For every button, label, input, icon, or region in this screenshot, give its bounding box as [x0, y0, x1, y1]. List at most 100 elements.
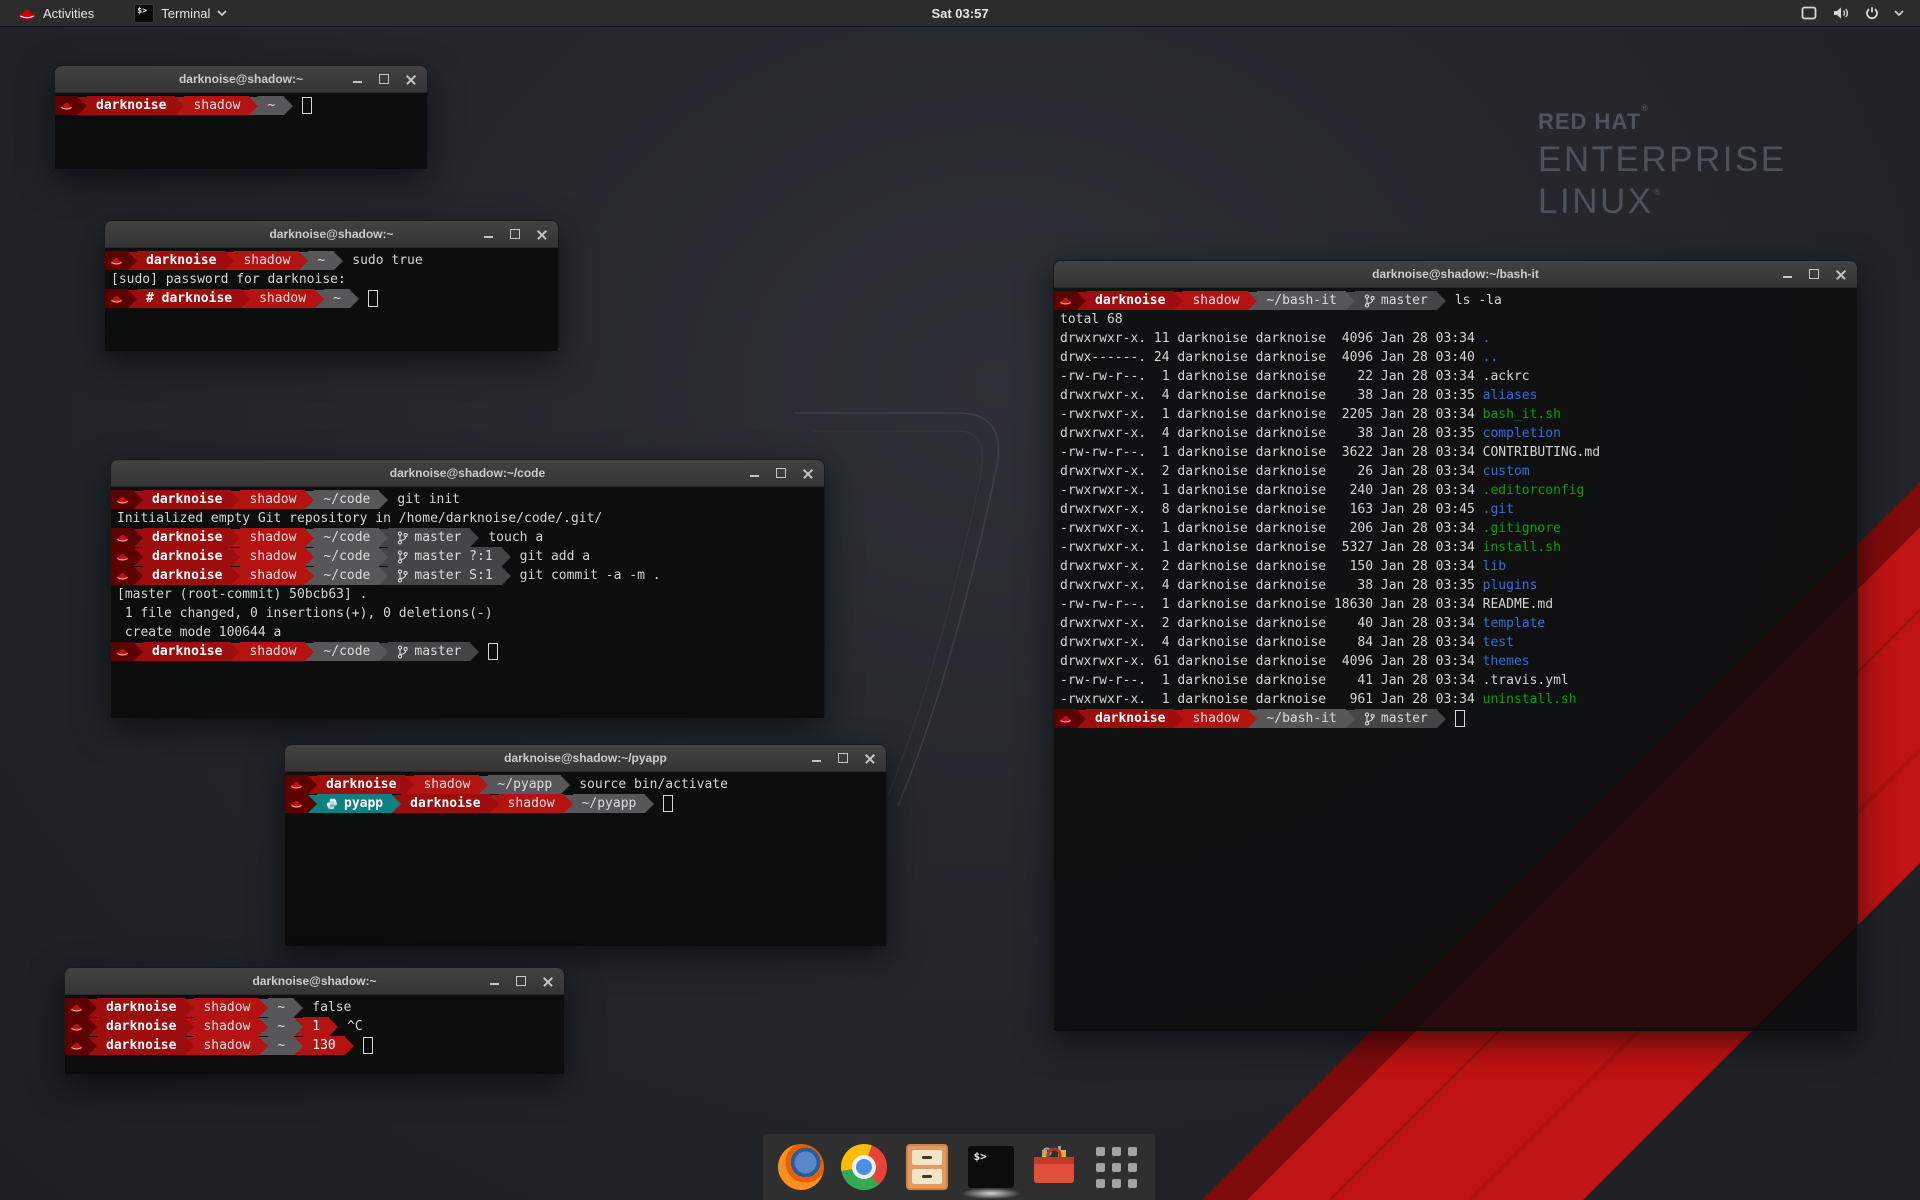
redhat-icon — [111, 566, 134, 585]
terminal-body[interactable]: darknoiseshadow~sudo true[sudo] password… — [105, 248, 558, 351]
output-text: drwxrwxr-x. 61 darknoise darknoise 4096 … — [1054, 654, 1483, 669]
powerline-separator — [305, 529, 314, 547]
powerline-separator — [134, 567, 143, 585]
prompt-segment-branch: master — [1355, 291, 1437, 310]
file-name: bash_it.sh — [1483, 407, 1561, 422]
file-name: uninstall.sh — [1483, 692, 1577, 707]
powerline-separator — [379, 567, 388, 585]
powerline-separator — [134, 548, 143, 566]
terminal-line: drwxrwxr-x. 2 darknoise darknoise 150 Ja… — [1054, 557, 1857, 576]
app-menu-terminal[interactable]: $> Terminal — [124, 0, 237, 26]
redhat-icon — [111, 547, 134, 566]
powerline-separator — [379, 548, 388, 566]
prompt-segment-path: ~/bash-it — [1257, 709, 1345, 728]
dock-item-files[interactable] — [902, 1142, 952, 1192]
terminal-line: -rwxrwxr-x. 1 darknoise darknoise 5327 J… — [1054, 538, 1857, 557]
prompt-segment-path: ~ — [258, 96, 284, 115]
powerline-separator — [305, 491, 314, 509]
close-button[interactable] — [405, 73, 417, 85]
terminal-body[interactable]: darknoiseshadow~/pyappsource bin/activat… — [285, 772, 886, 946]
clock[interactable]: Sat 03:57 — [921, 0, 998, 26]
minimize-button[interactable] — [351, 73, 363, 85]
terminal-window-term-pyapp: darknoise@shadow:~/pyapp darknoiseshadow~… — [284, 744, 887, 944]
window-title: darknoise@shadow:~ — [179, 72, 303, 86]
terminal-window-term-sudo: darknoise@shadow:~darknoiseshadow~sudo t… — [104, 220, 559, 349]
maximize-button[interactable] — [775, 467, 787, 479]
dock-item-firefox[interactable] — [776, 1142, 826, 1192]
redhat-icon — [111, 528, 134, 547]
output-text: -rw-rw-r--. 1 darknoise darknoise 3622 J… — [1054, 445, 1483, 460]
close-button[interactable] — [536, 228, 548, 240]
prompt-segment-host: shadow — [240, 566, 305, 585]
file-name: install.sh — [1483, 540, 1561, 555]
powerline-separator — [350, 290, 359, 308]
powerline-separator — [564, 795, 573, 813]
display-icon[interactable] — [1801, 6, 1817, 20]
maximize-button[interactable] — [378, 73, 390, 85]
terminal-body[interactable]: darknoiseshadow~/codegit initInitialized… — [111, 487, 824, 718]
dock-item-app-grid[interactable] — [1092, 1142, 1142, 1192]
window-titlebar[interactable]: darknoise@shadow:~/bash-it — [1054, 261, 1857, 288]
output-text: drwxrwxr-x. 4 darknoise darknoise 38 Jan… — [1054, 578, 1483, 593]
maximize-button[interactable] — [509, 228, 521, 240]
command-text: false — [312, 1000, 351, 1015]
python-icon — [326, 798, 338, 810]
dock-item-toolbox[interactable] — [1029, 1142, 1079, 1192]
powerline-separator — [134, 529, 143, 547]
branch-icon — [1364, 712, 1375, 726]
window-title: darknoise@shadow:~/pyapp — [504, 751, 667, 765]
minimize-button[interactable] — [488, 975, 500, 987]
minimize-button[interactable] — [482, 228, 494, 240]
file-name: .editorconfig — [1483, 483, 1585, 498]
file-name: aliases — [1483, 388, 1538, 403]
prompt-segment-host: shadow — [240, 642, 305, 661]
powerline-separator — [78, 97, 87, 115]
powerline-separator — [1346, 292, 1355, 310]
maximize-button[interactable] — [1808, 268, 1820, 280]
window-titlebar[interactable]: darknoise@shadow:~/code — [111, 460, 824, 487]
prompt-segment-host: shadow — [499, 794, 564, 813]
powerline-separator — [1077, 292, 1086, 310]
terminal-body[interactable]: darknoiseshadow~falsedarknoiseshadow~1^C… — [65, 995, 564, 1074]
power-icon[interactable] — [1865, 6, 1879, 20]
window-titlebar[interactable]: darknoise@shadow:~ — [65, 968, 564, 995]
activities-button[interactable]: Activities — [10, 0, 102, 26]
maximize-button[interactable] — [837, 752, 849, 764]
redhat-icon — [105, 251, 128, 270]
prompt-segment-branch: master — [1355, 709, 1437, 728]
close-button[interactable] — [542, 975, 554, 987]
dock-item-terminal[interactable]: $> — [966, 1142, 1016, 1192]
terminal-body[interactable]: darknoiseshadow~ — [55, 93, 427, 169]
maximize-icon — [510, 229, 520, 239]
powerline-separator — [345, 1037, 354, 1055]
window-titlebar[interactable]: darknoise@shadow:~ — [105, 221, 558, 248]
maximize-button[interactable] — [515, 975, 527, 987]
output-text: [sudo] password for darknoise: — [105, 272, 346, 287]
desktop: RED HAT® ENTERPRISE LINUX® Activities $>… — [0, 0, 1920, 1200]
output-text: drwxrwxr-x. 4 darknoise darknoise 38 Jan… — [1054, 426, 1483, 441]
minimize-button[interactable] — [1781, 268, 1793, 280]
window-titlebar[interactable]: darknoise@shadow:~ — [55, 66, 427, 93]
window-title: darknoise@shadow:~/code — [390, 466, 545, 480]
minimize-button[interactable] — [748, 467, 760, 479]
prompt-segment-user: darknoise — [143, 642, 231, 661]
volume-icon[interactable] — [1832, 6, 1850, 20]
window-titlebar[interactable]: darknoise@shadow:~/pyapp — [285, 745, 886, 772]
powerline-separator — [231, 548, 240, 566]
prompt-segment-user: darknoise — [1086, 709, 1174, 728]
terminal-line: darknoiseshadow~/codemaster — [111, 642, 824, 661]
close-button[interactable] — [802, 467, 814, 479]
close-button[interactable] — [864, 752, 876, 764]
minimize-button[interactable] — [810, 752, 822, 764]
dock-item-chrome[interactable] — [839, 1142, 889, 1192]
files-icon — [906, 1144, 948, 1190]
terminal-line: drwxrwxr-x. 4 darknoise darknoise 84 Jan… — [1054, 633, 1857, 652]
powerline-separator — [308, 776, 317, 794]
terminal-body[interactable]: darknoiseshadow~/bash-itmasterls -latota… — [1054, 288, 1857, 1031]
chevron-down-icon[interactable] — [1894, 10, 1904, 16]
close-button[interactable] — [1835, 268, 1847, 280]
powerline-separator — [379, 491, 388, 509]
powerline-separator — [185, 999, 194, 1017]
file-name: lib — [1483, 559, 1506, 574]
output-text: [master (root-commit) 50bcb63] . — [111, 587, 367, 602]
